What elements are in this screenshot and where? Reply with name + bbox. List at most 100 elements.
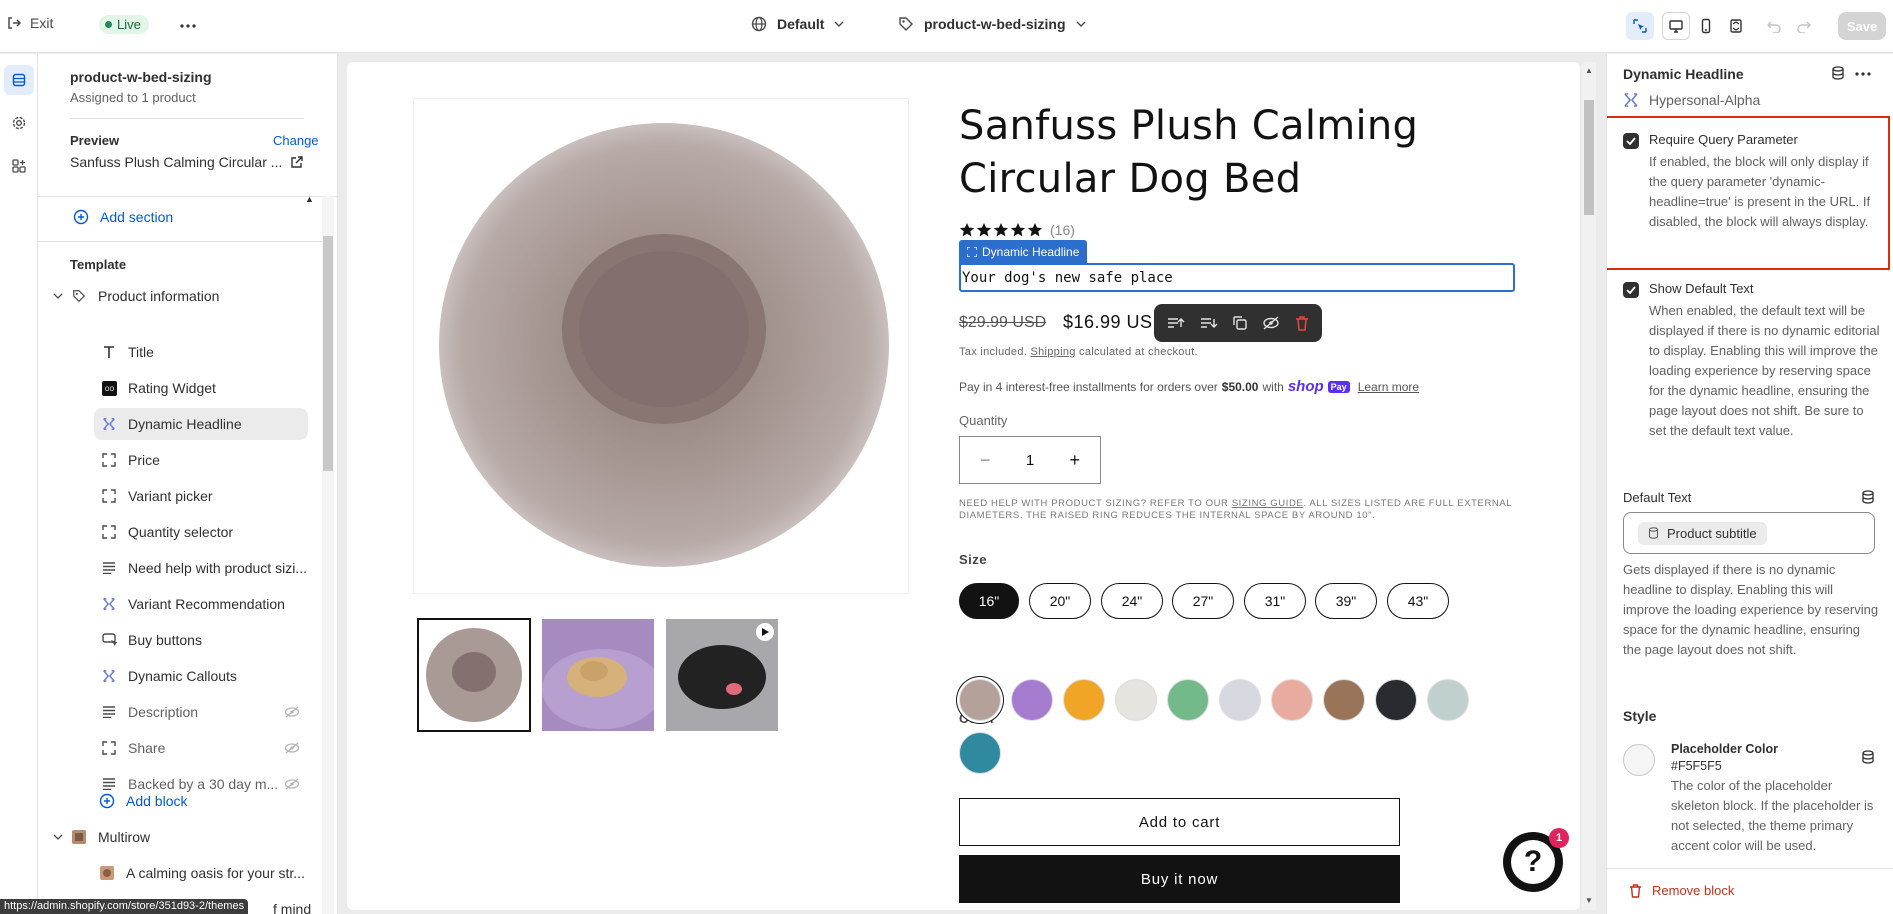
hide-icon[interactable] bbox=[1262, 316, 1280, 330]
multirow-row-item[interactable]: A calming oasis for your str... bbox=[98, 857, 305, 889]
undo-button[interactable] bbox=[1760, 12, 1788, 40]
save-button[interactable]: Save bbox=[1838, 12, 1886, 40]
apps-rail-button[interactable] bbox=[4, 151, 34, 181]
default-text-field[interactable]: Product subtitle bbox=[1623, 512, 1875, 554]
quantity-minus-button[interactable]: − bbox=[980, 450, 991, 471]
quantity-plus-button[interactable]: + bbox=[1069, 450, 1080, 471]
exit-button[interactable]: Exit bbox=[6, 15, 53, 31]
ellipsis-icon[interactable] bbox=[1855, 72, 1871, 76]
block-item-variant-picker[interactable]: Variant picker bbox=[94, 480, 308, 512]
template-selector[interactable]: product-w-bed-sizing bbox=[898, 16, 1086, 32]
color-swatch[interactable] bbox=[959, 732, 1001, 774]
delete-icon[interactable] bbox=[1295, 315, 1309, 331]
fullwidth-view-button[interactable] bbox=[1722, 12, 1750, 40]
block-item-label: Need help with product sizi... bbox=[128, 560, 307, 576]
scrollbar-thumb[interactable] bbox=[323, 236, 333, 471]
require-query-label: Require Query Parameter bbox=[1649, 132, 1798, 147]
add-block-button[interactable]: Add block bbox=[98, 785, 187, 817]
size-option[interactable]: 31" bbox=[1244, 583, 1306, 619]
mobile-view-button[interactable] bbox=[1692, 12, 1720, 40]
scroll-up-arrow[interactable]: ▲ bbox=[1585, 66, 1593, 75]
sections-rail-button[interactable] bbox=[4, 65, 34, 95]
desktop-view-button[interactable] bbox=[1662, 12, 1690, 40]
color-swatch[interactable] bbox=[1011, 679, 1053, 721]
dynamic-headline-text[interactable]: Your dog's new safe place bbox=[959, 263, 1515, 292]
block-item-price[interactable]: Price bbox=[94, 444, 308, 476]
canvas-scrollbar[interactable]: ▲ ▼ bbox=[1582, 62, 1596, 910]
block-item-buy-buttons[interactable]: Buy buttons bbox=[94, 624, 308, 656]
block-item-description[interactable]: Description bbox=[94, 696, 308, 728]
thumbnail-3-video[interactable] bbox=[666, 619, 778, 731]
quantity-value[interactable]: 1 bbox=[1026, 452, 1034, 469]
require-query-checkbox[interactable] bbox=[1623, 133, 1639, 149]
size-option[interactable]: 20" bbox=[1029, 583, 1091, 619]
thumbnail-1[interactable] bbox=[417, 618, 531, 732]
color-swatch[interactable] bbox=[1219, 679, 1261, 721]
block-item-dynamic-headline[interactable]: Dynamic Headline bbox=[94, 408, 308, 440]
section-multirow[interactable]: Multirow bbox=[52, 821, 150, 853]
block-item-title[interactable]: Title bbox=[94, 336, 308, 368]
shipping-link[interactable]: Shipping bbox=[1030, 346, 1075, 358]
block-item-quantity-selector[interactable]: Quantity selector bbox=[94, 516, 308, 548]
buy-it-now-button[interactable]: Buy it now bbox=[959, 855, 1400, 903]
learn-more-link[interactable]: Learn more bbox=[1358, 380, 1419, 394]
theme-selector[interactable]: Default bbox=[751, 16, 844, 32]
scroll-up-arrow[interactable]: ▲ bbox=[305, 194, 314, 204]
section-product-information[interactable]: Product information bbox=[52, 280, 219, 312]
database-icon[interactable] bbox=[1861, 750, 1875, 764]
apps-icon bbox=[11, 158, 27, 174]
inspector-button[interactable] bbox=[1626, 12, 1654, 40]
block-item-label: Title bbox=[128, 344, 154, 360]
dynamic-source-pill[interactable]: Product subtitle bbox=[1638, 521, 1767, 545]
show-default-checkbox[interactable] bbox=[1623, 282, 1639, 298]
add-to-cart-button[interactable]: Add to cart bbox=[959, 798, 1400, 846]
thumbnail-2[interactable] bbox=[542, 619, 654, 731]
scroll-down-arrow[interactable]: ▼ bbox=[1585, 896, 1593, 905]
duplicate-icon[interactable] bbox=[1232, 315, 1248, 331]
star-icon bbox=[993, 222, 1009, 238]
size-option[interactable]: 43" bbox=[1387, 583, 1449, 619]
canvas-scroll-thumb[interactable] bbox=[1584, 100, 1594, 215]
remove-block-button[interactable]: Remove block bbox=[1629, 883, 1734, 898]
database-icon[interactable] bbox=[1831, 66, 1845, 80]
size-option[interactable]: 39" bbox=[1315, 583, 1377, 619]
redo-button[interactable] bbox=[1790, 12, 1818, 40]
move-up-icon[interactable] bbox=[1167, 316, 1185, 330]
sidebar-scrollbar[interactable] bbox=[322, 196, 334, 914]
quantity-stepper[interactable]: − 1 + bbox=[959, 436, 1101, 484]
database-icon[interactable] bbox=[1861, 490, 1875, 504]
move-down-icon[interactable] bbox=[1200, 316, 1218, 330]
dynamic-headline-tag[interactable]: Dynamic Headline bbox=[959, 240, 1088, 263]
sizing-guide-link[interactable]: SIZING GUIDE bbox=[1232, 498, 1304, 509]
color-swatch[interactable] bbox=[1167, 679, 1209, 721]
theme-settings-rail-button[interactable] bbox=[4, 108, 34, 138]
color-swatch[interactable] bbox=[1375, 679, 1417, 721]
block-item-variant-recommendation[interactable]: Variant Recommendation bbox=[94, 588, 308, 620]
add-section-button[interactable]: Add section bbox=[72, 201, 173, 233]
block-item-need-help-with-product-sizi[interactable]: Need help with product sizi... bbox=[94, 552, 308, 584]
placeholder-color-swatch[interactable] bbox=[1623, 744, 1655, 776]
size-option[interactable]: 16" bbox=[959, 583, 1019, 619]
color-swatch[interactable] bbox=[1323, 679, 1365, 721]
size-option[interactable]: 27" bbox=[1172, 583, 1234, 619]
block-item-share[interactable]: Share bbox=[94, 732, 308, 764]
chat-badge: 1 bbox=[1549, 828, 1569, 848]
more-actions-button[interactable] bbox=[176, 14, 200, 38]
color-swatch[interactable] bbox=[1115, 679, 1157, 721]
size-option[interactable]: 24" bbox=[1101, 583, 1163, 619]
preview-product[interactable]: Sanfuss Plush Calming Circular ... bbox=[70, 154, 304, 170]
rating-widget[interactable]: (16) bbox=[959, 222, 1075, 238]
color-swatch[interactable] bbox=[1271, 679, 1313, 721]
color-swatch[interactable] bbox=[959, 679, 1001, 721]
hidden-eye-icon[interactable] bbox=[284, 778, 300, 790]
block-item-dynamic-callouts[interactable]: Dynamic Callouts bbox=[94, 660, 308, 692]
change-preview-link[interactable]: Change bbox=[273, 133, 319, 148]
block-item-rating-widget[interactable]: OO Rating Widget bbox=[94, 372, 308, 404]
product-main-image[interactable] bbox=[413, 98, 909, 594]
default-text-desc: Gets displayed if there is no dynamic he… bbox=[1623, 562, 1879, 657]
assigned-text: Assigned to 1 product bbox=[70, 90, 196, 105]
hidden-eye-icon[interactable] bbox=[284, 742, 300, 754]
color-swatch[interactable] bbox=[1427, 679, 1469, 721]
color-swatch[interactable] bbox=[1063, 679, 1105, 721]
hidden-eye-icon[interactable] bbox=[284, 706, 300, 718]
